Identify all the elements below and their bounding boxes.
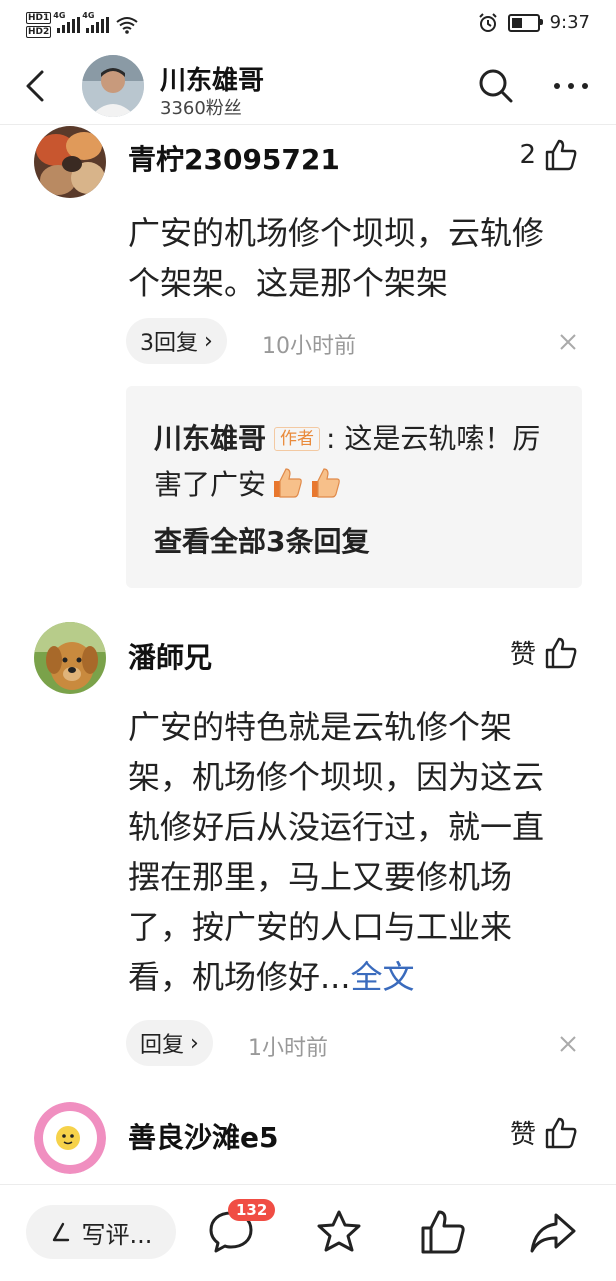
reply-count-button[interactable]: 3回复 › (126, 318, 227, 364)
comment-text: 广安的机场修个坝坝，云轨修个架架。这是那个架架 (128, 214, 545, 302)
bottom-action-bar: 写评... 132 (0, 1184, 616, 1281)
pencil-icon (52, 1222, 69, 1242)
expand-full-link[interactable]: 全文 (351, 958, 415, 996)
thumbs-up-emoji-icon (312, 468, 340, 498)
like-button[interactable]: 2 (519, 138, 578, 172)
author-name[interactable]: 川东雄哥 (160, 60, 264, 97)
network-type-2: 4G (82, 11, 95, 20)
view-all-replies-link[interactable]: 查看全部3条回复 (154, 520, 369, 560)
status-right: 9:37 (478, 12, 590, 33)
reply-count-label: 3回复 (140, 331, 198, 356)
user-name[interactable]: 青柠23095721 (128, 138, 340, 178)
comment-time: 1小时前 (248, 1036, 328, 1061)
chevron-right-icon: › (204, 328, 213, 354)
like-count: 2 (519, 140, 536, 170)
author-avatar[interactable] (82, 55, 144, 117)
signal-icon-2: 4G (82, 11, 110, 33)
like-button[interactable]: 赞 (510, 1114, 578, 1151)
comment-time: 10小时前 (262, 334, 356, 359)
hd2-label: HD2 (26, 26, 52, 38)
signal-icon-1: 4G (53, 11, 81, 33)
author-fans-count: 3360粉丝 (160, 98, 242, 119)
chevron-left-icon[interactable] (18, 66, 58, 106)
top-header: 川东雄哥 3360粉丝 (0, 48, 616, 125)
like-label: 赞 (509, 640, 536, 670)
hd1-label: HD1 (26, 12, 52, 24)
hd-indicator: HD1 HD2 (26, 10, 52, 40)
thumbs-up-icon[interactable] (418, 1207, 468, 1257)
comment-text: 广安的特色就是云轨修个架架，机场修个坝坝，因为这云轨修好后从没运行过，就一直摆在… (128, 702, 568, 1002)
thumbs-up-icon (545, 637, 577, 668)
sub-reply-box[interactable]: 川东雄哥 作者: 这是云轨嗦！厉害了广安 查看全部3条回复 (126, 386, 582, 588)
reply-label: 回复 (140, 1033, 185, 1058)
status-left: HD1 HD2 4G 4G (26, 8, 139, 42)
write-comment-button[interactable]: 写评... (26, 1205, 176, 1259)
chevron-right-icon: › (190, 1030, 199, 1056)
alarm-icon (478, 12, 497, 32)
like-label: 赞 (509, 1120, 536, 1150)
comment-text-body: 广安的特色就是云轨修个架架，机场修个坝坝，因为这云轨修好后从没运行过，就一直摆在… (128, 708, 545, 996)
user-name[interactable]: 潘師兄 (128, 636, 212, 676)
more-dots-icon[interactable] (548, 66, 594, 106)
comment-item: 潘師兄 赞 广安的特色就是云轨修个架架，机场修个坝坝，因为这云轨修好后从没运行过… (0, 620, 616, 1080)
sub-reply-content: 川东雄哥 作者: 这是云轨嗦！厉害了广安 (154, 416, 564, 508)
close-icon[interactable] (558, 332, 578, 352)
comment-item: 善良沙滩e5 赞 (0, 1100, 616, 1184)
user-avatar[interactable] (34, 622, 106, 694)
write-comment-label: 写评... (81, 1220, 153, 1249)
close-icon[interactable] (558, 1034, 578, 1054)
star-icon[interactable] (314, 1207, 364, 1257)
clock: 9:37 (549, 12, 590, 33)
reply-button[interactable]: 回复 › (126, 1020, 213, 1066)
network-type-1: 4G (53, 11, 66, 20)
user-avatar[interactable] (34, 1102, 106, 1174)
sub-reply-author[interactable]: 川东雄哥 (154, 422, 266, 455)
thumbs-up-emoji-icon (274, 468, 302, 498)
thumbs-up-icon (545, 1117, 577, 1148)
share-arrow-icon[interactable] (528, 1207, 578, 1257)
comment-count-badge: 132 (228, 1199, 276, 1221)
status-bar: HD1 HD2 4G 4G 9:37 (0, 0, 616, 48)
user-name[interactable]: 善良沙滩e5 (128, 1116, 278, 1156)
author-tag: 作者 (274, 427, 321, 451)
thumbs-up-icon (545, 139, 577, 171)
search-icon[interactable] (476, 66, 516, 106)
like-button[interactable]: 赞 (510, 634, 578, 671)
user-avatar[interactable] (34, 126, 106, 198)
battery-icon (507, 13, 543, 32)
wifi-icon (116, 17, 138, 34)
comment-item: 青柠23095721 2 广安的机场修个坝坝，云轨修个架架。这是那个架架 3回复… (0, 124, 616, 604)
